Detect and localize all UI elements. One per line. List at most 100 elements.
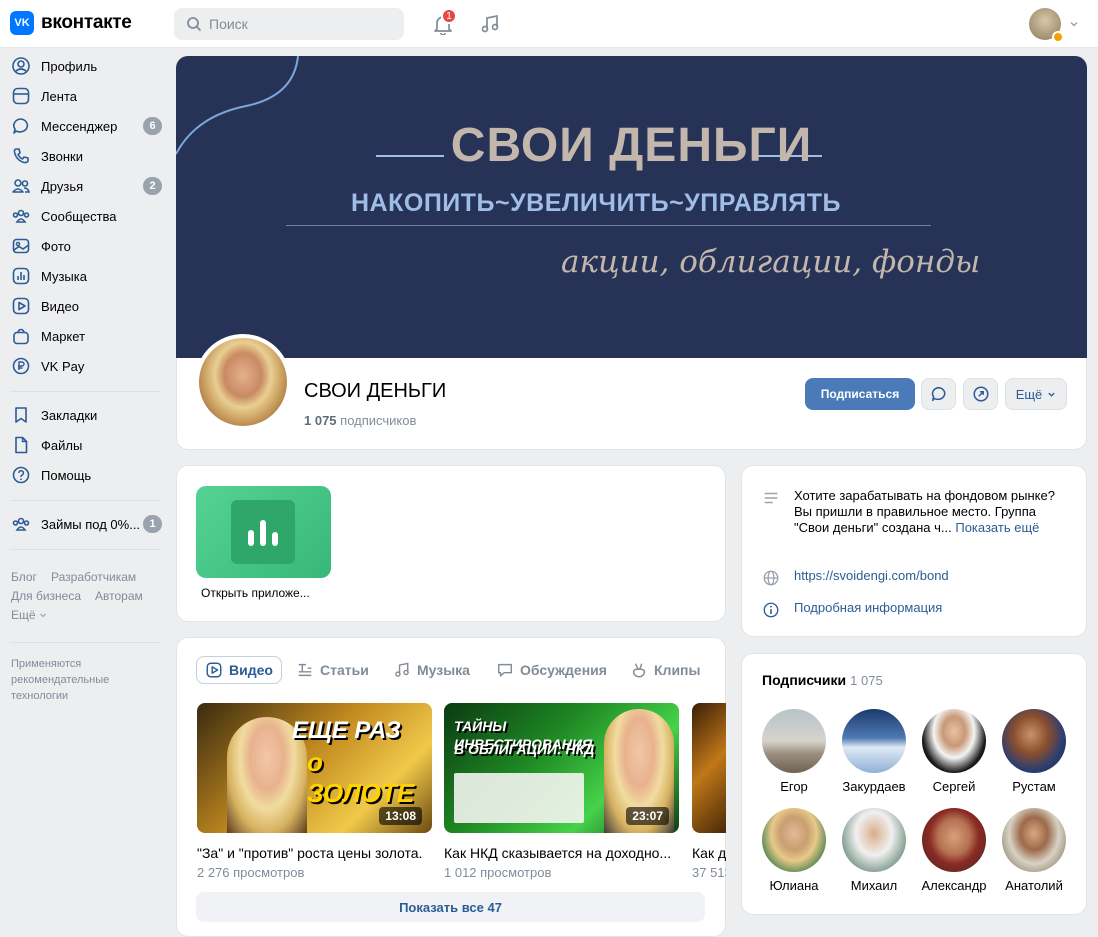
chevron-down-icon bbox=[39, 613, 46, 618]
video-thumbnail[interactable]: ТАЙНЫ ИНВЕСТИРОВАНИЯ В ОБЛИГАЦИИ: НКД 23… bbox=[444, 703, 679, 833]
follower-avatar bbox=[842, 808, 906, 872]
tab-label: Видео bbox=[229, 662, 273, 678]
notifications-button[interactable]: 1 bbox=[429, 8, 457, 38]
followers-count: 1 075 bbox=[850, 673, 883, 688]
music-player-button[interactable] bbox=[476, 10, 504, 38]
sidebar-item-market[interactable]: Маркет bbox=[0, 321, 170, 351]
chevron-down-icon bbox=[1048, 392, 1055, 397]
tab-label: Клипы bbox=[654, 662, 701, 678]
recommendation-note: Применяются рекомендательные технологии bbox=[11, 658, 110, 702]
sidebar-item-bookmarks[interactable]: Закладки bbox=[0, 400, 170, 430]
video-title[interactable]: Как НКД сказывается на доходно... bbox=[444, 845, 679, 861]
chat-bubble-icon bbox=[931, 386, 945, 402]
video-title[interactable]: "За" и "против" роста цены золота. bbox=[197, 845, 432, 861]
status-dot bbox=[1052, 31, 1064, 43]
website-link[interactable]: https://svoidengi.com/bond bbox=[794, 568, 1074, 584]
subscriber-count[interactable]: 1 075 подписчиков bbox=[304, 413, 416, 428]
tab-discussions[interactable]: Обсуждения bbox=[496, 656, 607, 684]
sidebar-divider bbox=[10, 549, 160, 550]
follower-item[interactable]: Закурдаев bbox=[838, 709, 910, 794]
video-title[interactable]: Как д bbox=[692, 845, 726, 861]
sidebar-item-music[interactable]: Музыка bbox=[0, 261, 170, 291]
music-note-icon bbox=[481, 14, 499, 33]
video-views: 37 513 bbox=[692, 865, 726, 880]
share-button[interactable] bbox=[963, 378, 998, 410]
sidebar-item-loans-promo[interactable]: Займы под 0%... 1 bbox=[0, 509, 170, 539]
text-lines-icon bbox=[764, 492, 778, 504]
app-icon-bar bbox=[272, 532, 278, 546]
sidebar-item-label: Звонки bbox=[41, 148, 83, 164]
sidebar-item-feed[interactable]: Лента bbox=[0, 81, 170, 111]
sidebar-item-label: Займы под 0%... bbox=[41, 516, 141, 532]
follower-name: Рустам bbox=[1012, 779, 1056, 794]
details-link[interactable]: Подробная информация bbox=[794, 600, 1074, 616]
follower-item[interactable]: Анатолий bbox=[998, 808, 1070, 893]
footer-link-developers[interactable]: Разработчикам bbox=[51, 570, 136, 584]
sidebar-item-friends[interactable]: Друзья 2 bbox=[0, 171, 170, 201]
tab-articles[interactable]: Статьи bbox=[296, 656, 369, 684]
article-icon bbox=[298, 663, 312, 677]
sidebar-item-profile[interactable]: Профиль bbox=[0, 51, 170, 81]
sidebar-item-vkpay[interactable]: VK Pay bbox=[0, 351, 170, 381]
sidebar-item-calls[interactable]: Звонки bbox=[0, 141, 170, 171]
follower-avatar bbox=[1002, 709, 1066, 773]
app-label[interactable]: Открыть приложе... bbox=[201, 586, 310, 600]
profile-icon bbox=[12, 57, 30, 75]
description-text: Хотите зарабатывать на фондовом рынке? В… bbox=[794, 488, 1074, 536]
sidebar-item-label: Маркет bbox=[41, 328, 86, 344]
thumbnail-table bbox=[454, 773, 584, 823]
subscribe-button[interactable]: Подписаться bbox=[805, 378, 915, 410]
follower-item[interactable]: Егор bbox=[758, 709, 830, 794]
video-thumbnail[interactable]: ЕЩЕ РАЗ о ЗОЛОТЕ 13:08 bbox=[197, 703, 432, 833]
vk-logo[interactable]: VK вконтакте bbox=[10, 11, 132, 35]
sidebar-item-photos[interactable]: Фото bbox=[0, 231, 170, 261]
follower-name: Закурдаев bbox=[842, 779, 906, 794]
sidebar-item-label: Сообщества bbox=[41, 208, 117, 224]
sidebar-item-files[interactable]: Файлы bbox=[0, 430, 170, 460]
community-name: СВОИ ДЕНЬГИ bbox=[304, 380, 447, 402]
user-menu[interactable] bbox=[1029, 8, 1079, 43]
community-avatar[interactable] bbox=[195, 334, 291, 430]
more-actions-button[interactable]: Ещё bbox=[1005, 378, 1067, 410]
follower-item[interactable]: Юлиана bbox=[758, 808, 830, 893]
thumbnail-headline: В ОБЛИГАЦИИ: НКД bbox=[454, 741, 595, 757]
footer-link-business[interactable]: Для бизнеса bbox=[11, 589, 81, 603]
tab-music[interactable]: Музыка bbox=[393, 656, 470, 684]
user-avatar bbox=[1029, 8, 1064, 43]
sidebar-item-video[interactable]: Видео bbox=[0, 291, 170, 321]
search-icon bbox=[187, 17, 201, 31]
sidebar-item-help[interactable]: Помощь bbox=[0, 460, 170, 490]
video-icon bbox=[206, 662, 222, 678]
sidebar-item-messenger[interactable]: Мессенджер 6 bbox=[0, 111, 170, 141]
app-icon-bar bbox=[260, 520, 266, 546]
followers-title[interactable]: Подписчики 1 075 bbox=[762, 672, 883, 688]
video-thumbnail[interactable] bbox=[692, 703, 726, 833]
search-box[interactable] bbox=[174, 8, 404, 40]
footer-link-authors[interactable]: Авторам bbox=[95, 589, 143, 603]
community-cover: СВОИ ДЕНЬГИ НАКОПИТЬ~УВЕЛИЧИТЬ~УПРАВЛЯТЬ… bbox=[176, 56, 1087, 358]
app-tile[interactable] bbox=[196, 486, 331, 578]
follower-item[interactable]: Сергей bbox=[918, 709, 990, 794]
follower-item[interactable]: Александр bbox=[918, 808, 990, 893]
footer-link-blog[interactable]: Блог bbox=[11, 570, 37, 584]
cover-tagline: акции, облигации, фонды bbox=[561, 244, 981, 280]
follower-item[interactable]: Рустам bbox=[998, 709, 1070, 794]
thumbnail-headline: ЕЩЕ РАЗ bbox=[292, 717, 401, 744]
sidebar-item-communities[interactable]: Сообщества bbox=[0, 201, 170, 231]
tab-video[interactable]: Видео bbox=[196, 656, 282, 684]
tab-clips[interactable]: Клипы bbox=[630, 656, 700, 684]
follower-item[interactable]: Михаил bbox=[838, 808, 910, 893]
footer-link-more[interactable]: Ещё bbox=[11, 608, 47, 622]
share-arrow-icon bbox=[972, 386, 989, 402]
show-more-link[interactable]: Показать ещё bbox=[955, 520, 1039, 535]
shopping-bag-icon bbox=[13, 328, 29, 345]
globe-icon bbox=[763, 570, 779, 586]
sidebar-item-label: Лента bbox=[41, 88, 77, 104]
cover-title: СВОИ ДЕНЬГИ bbox=[450, 119, 813, 172]
friends-icon bbox=[12, 179, 31, 193]
search-input[interactable] bbox=[209, 16, 389, 32]
follower-avatar bbox=[762, 709, 826, 773]
footer-more-label: Ещё bbox=[11, 608, 36, 622]
show-all-videos-button[interactable]: Показать все 47 bbox=[196, 892, 705, 922]
message-button[interactable] bbox=[921, 378, 956, 410]
